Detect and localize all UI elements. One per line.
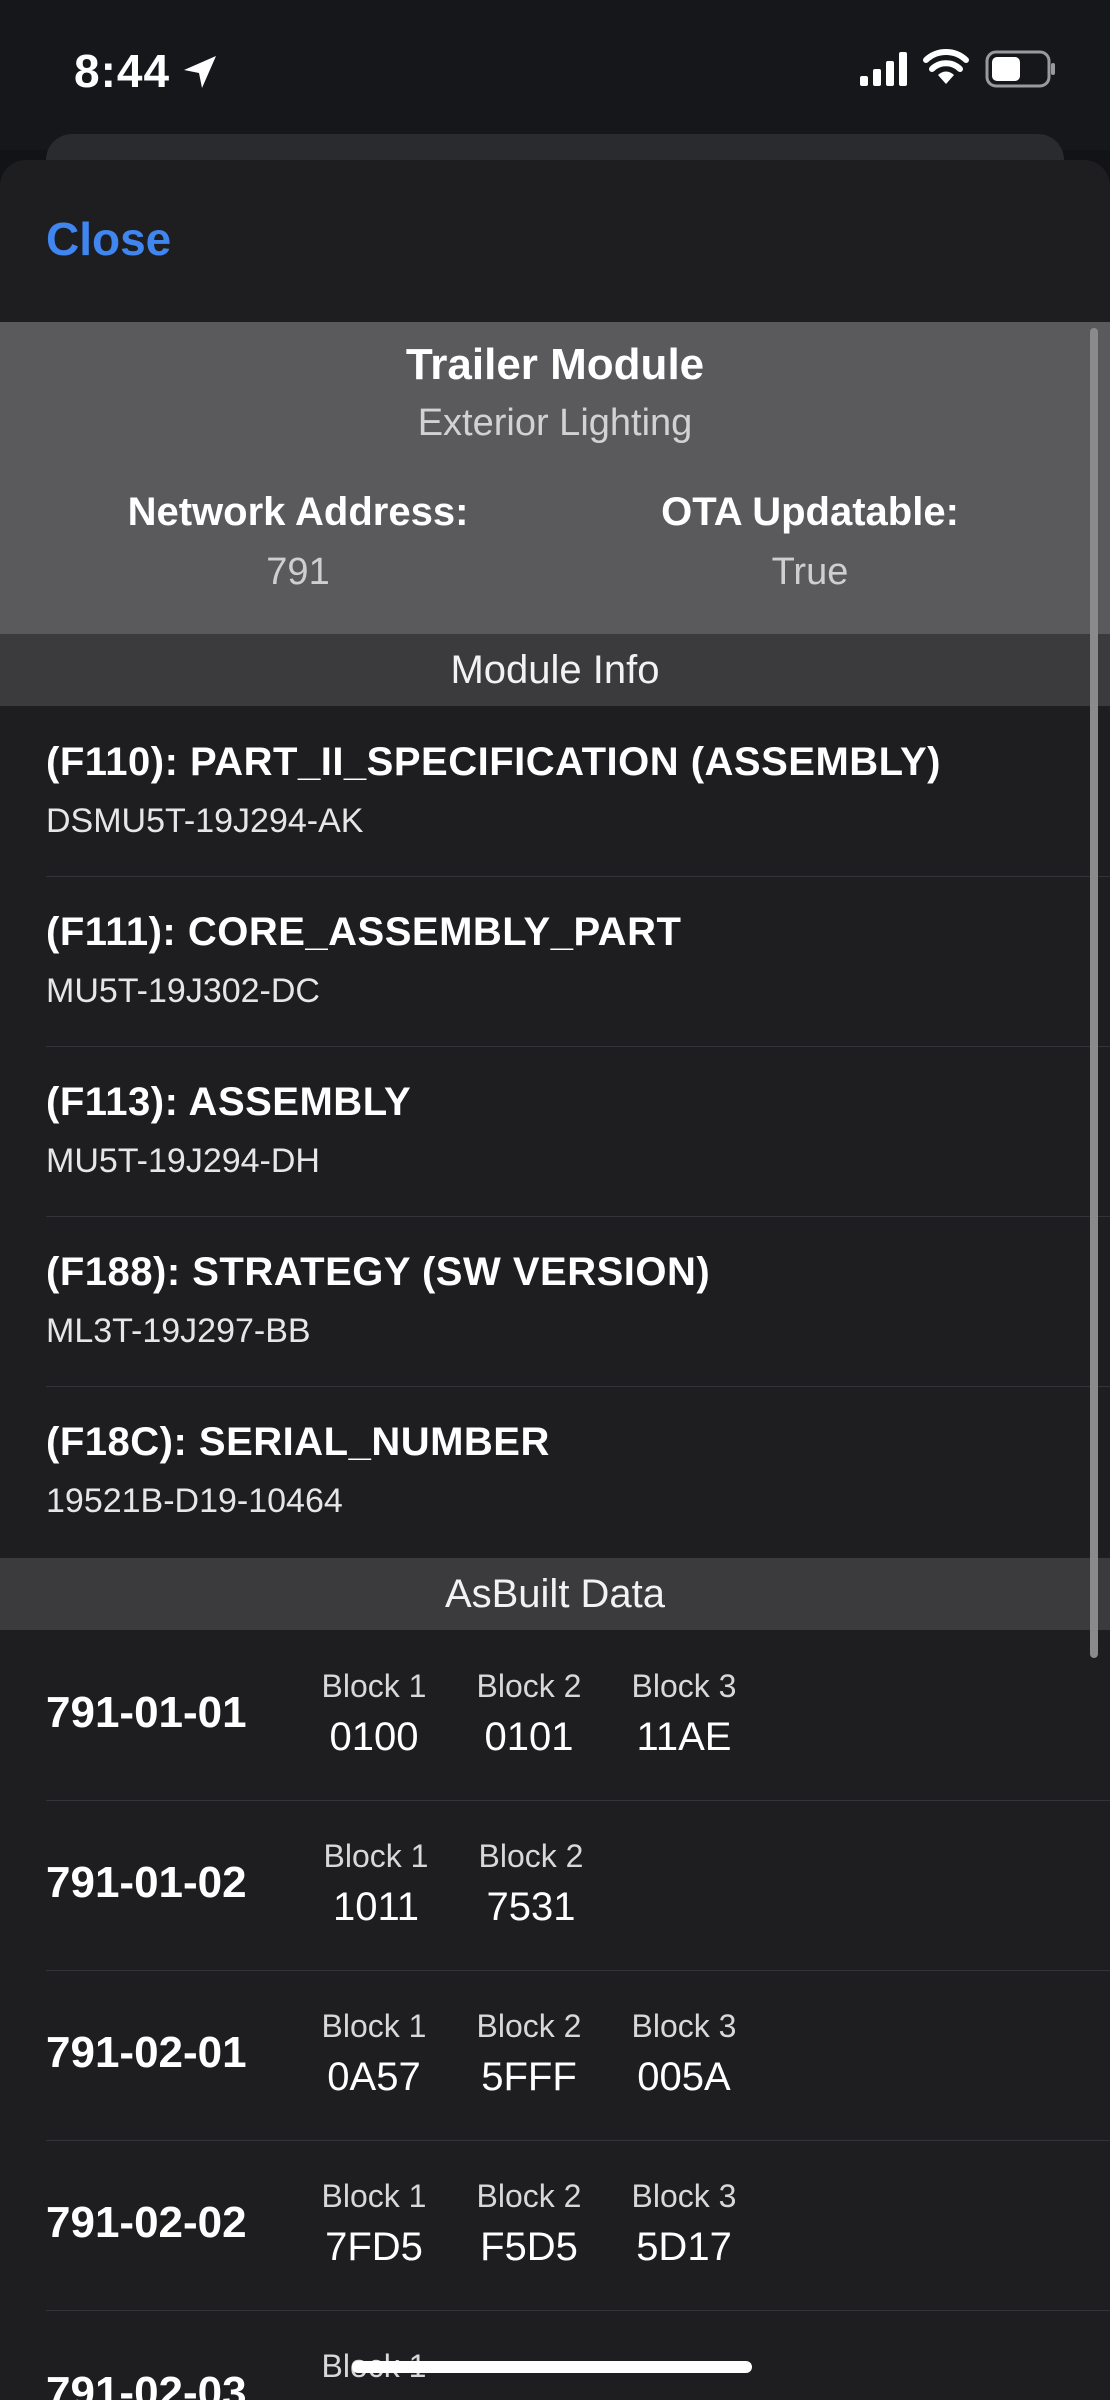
location-arrow-icon (184, 56, 216, 88)
module-detail-sheet: Close Trailer Module Exterior Lighting N… (0, 160, 1110, 2400)
info-title: (F113): ASSEMBLY (46, 1080, 412, 1124)
module-subtitle: Exterior Lighting (417, 402, 693, 444)
info-value: MU5T-19J294-DH (46, 1142, 320, 1180)
asbuilt-row[interactable]: 791-02-01 Block 1 0A57 Block 2 5FFF Bloc… (46, 1970, 1110, 2141)
asbuilt-block: Block 1 0100 (309, 1668, 439, 1760)
ota-updatable-label: OTA Updatable: (661, 490, 959, 534)
home-indicator[interactable] (352, 2361, 752, 2373)
asbuilt-block: Block 3 5D17 (619, 2178, 749, 2270)
block-value: 005A (637, 2055, 731, 2099)
block-label: Block 1 (321, 2178, 427, 2214)
network-address: Network Address: 791 (38, 490, 558, 594)
list-item[interactable]: (F110): PART_II_SPECIFICATION (ASSEMBLY)… (46, 706, 1110, 877)
list-item[interactable]: (F113): ASSEMBLY MU5T-19J294-DH (46, 1046, 1110, 1217)
block-value: F5D5 (480, 2225, 578, 2269)
block-label: Block 3 (631, 2178, 737, 2214)
asbuilt-block: Block 2 0101 (464, 1668, 594, 1760)
info-value: ML3T-19J297-BB (46, 1312, 311, 1350)
ota-updatable: OTA Updatable: True (550, 490, 1070, 594)
block-label: Block 3 (631, 2008, 737, 2044)
section-header-module-info: Module Info (0, 634, 1110, 706)
asbuilt-row[interactable]: 791-02-03 Block 1 (46, 2310, 1110, 2400)
status-time: 8:44 (74, 45, 171, 97)
asbuilt-block: Block 2 7531 (466, 1838, 596, 1930)
asbuilt-id: 791-01-02 (46, 1858, 247, 1907)
block-label: Block 1 (321, 2008, 427, 2044)
info-value: DSMU5T-19J294-AK (46, 802, 364, 840)
block-label: Block 2 (476, 1668, 582, 1704)
list-item[interactable]: (F188): STRATEGY (SW VERSION) ML3T-19J29… (46, 1216, 1110, 1387)
block-value: 5FFF (481, 2055, 577, 2099)
status-bar: 8:44 (0, 0, 1110, 150)
info-title: (F110): PART_II_SPECIFICATION (ASSEMBLY) (46, 740, 941, 784)
scrollbar[interactable] (1090, 328, 1098, 1658)
close-button[interactable]: Close (46, 212, 171, 266)
asbuilt-block: Block 3 11AE (619, 1668, 749, 1760)
block-value: 0100 (329, 1715, 419, 1759)
block-value: 0A57 (327, 2055, 421, 2099)
asbuilt-id: 791-02-02 (46, 2198, 247, 2247)
cellular-signal-icon (860, 52, 907, 86)
block-value: 0101 (484, 1715, 574, 1759)
asbuilt-block: Block 2 F5D5 (464, 2178, 594, 2270)
list-item[interactable]: (F18C): SERIAL_NUMBER 19521B-D19-10464 (46, 1386, 1110, 1556)
info-title: (F111): CORE_ASSEMBLY_PART (46, 910, 682, 954)
block-value: 7531 (486, 1885, 576, 1929)
block-value: 11AE (636, 1715, 732, 1759)
list-item[interactable]: (F111): CORE_ASSEMBLY_PART MU5T-19J302-D… (46, 876, 1110, 1047)
block-label: Block 2 (476, 2008, 582, 2044)
asbuilt-row[interactable]: 791-02-02 Block 1 7FD5 Block 2 F5D5 Bloc… (46, 2140, 1110, 2311)
block-label: Block 1 (323, 1838, 429, 1874)
ota-updatable-value: True (771, 551, 849, 593)
block-value: 7FD5 (325, 2225, 423, 2269)
block-label: Block 1 (321, 1668, 427, 1704)
info-title: (F18C): SERIAL_NUMBER (46, 1420, 550, 1464)
asbuilt-id: 791-02-03 (46, 2368, 247, 2400)
asbuilt-id: 791-02-01 (46, 2028, 247, 2077)
asbuilt-block: Block 1 1011 (311, 1838, 441, 1930)
block-label: Block 2 (478, 1838, 584, 1874)
network-address-label: Network Address: (127, 490, 469, 534)
asbuilt-id: 791-01-01 (46, 1688, 247, 1737)
block-value: 5D17 (636, 2225, 732, 2269)
block-label: Block 3 (631, 1668, 737, 1704)
module-header: Trailer Module Exterior Lighting Network… (0, 322, 1110, 634)
section-header-asbuilt: AsBuilt Data (0, 1558, 1110, 1630)
asbuilt-row[interactable]: 791-01-02 Block 1 1011 Block 2 7531 (46, 1800, 1110, 1971)
wifi-icon (923, 49, 969, 84)
asbuilt-block: Block 3 005A (619, 2008, 749, 2100)
info-value: MU5T-19J302-DC (46, 972, 320, 1010)
asbuilt-row[interactable]: 791-01-01 Block 1 0100 Block 2 0101 Bloc… (46, 1630, 1110, 1801)
battery-icon (985, 50, 1055, 88)
info-title: (F188): STRATEGY (SW VERSION) (46, 1250, 711, 1294)
block-value: 1011 (332, 1885, 419, 1929)
asbuilt-block: Block 1 0A57 (309, 2008, 439, 2100)
module-title: Trailer Module (405, 340, 705, 389)
network-address-value: 791 (266, 551, 330, 593)
block-label: Block 2 (476, 2178, 582, 2214)
info-value: 19521B-D19-10464 (46, 1482, 343, 1520)
asbuilt-block: Block 2 5FFF (464, 2008, 594, 2100)
asbuilt-block: Block 1 7FD5 (309, 2178, 439, 2270)
